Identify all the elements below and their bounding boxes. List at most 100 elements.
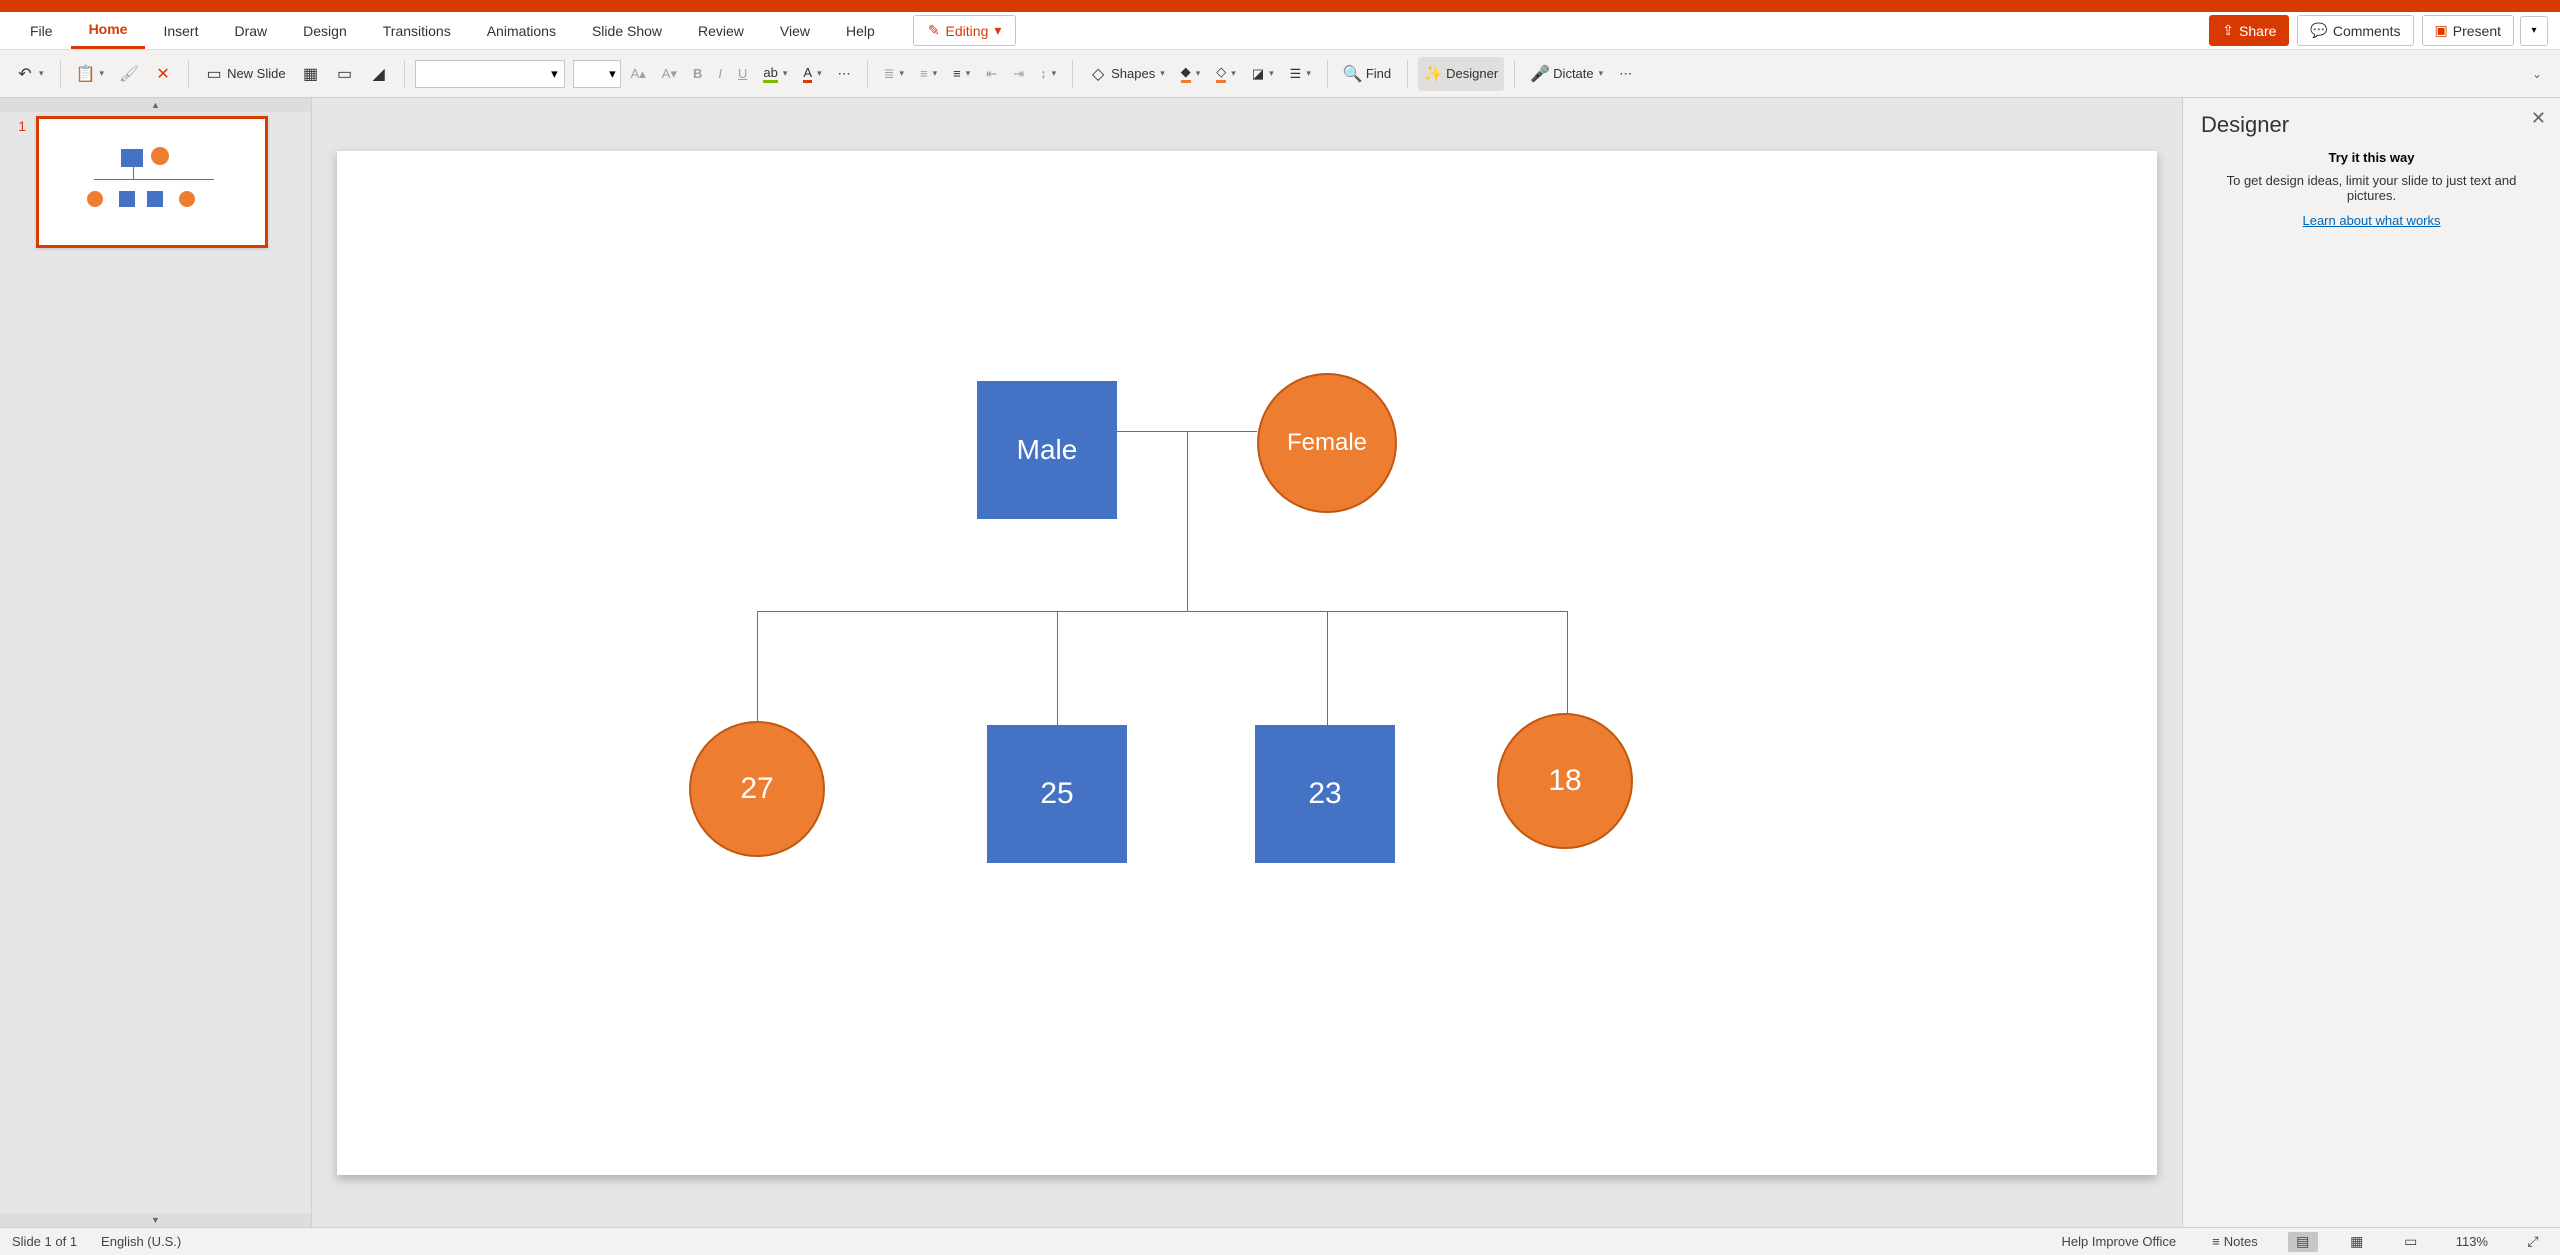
reset-button[interactable]: ▭ [330,57,360,91]
new-slide-button[interactable]: ▭ New Slide [199,57,292,91]
numbering-icon: ≡ [920,66,928,81]
more-commands-button[interactable]: ⋯ [1613,57,1638,91]
present-button[interactable]: ▣ Present [2422,15,2514,46]
separator [1514,60,1515,88]
tab-help[interactable]: Help [828,12,893,49]
section-icon: ◢ [370,65,388,83]
reading-view-icon: ▭ [2404,1233,2417,1250]
chevron-down-icon: ▾ [1269,68,1274,79]
quick-styles-button[interactable]: ◪▾ [1246,57,1280,91]
shapes-label: Shapes [1111,66,1155,81]
help-improve-button[interactable]: Help Improve Office [2056,1232,2183,1251]
tab-file[interactable]: File [12,12,71,49]
font-size-combo[interactable]: ▾ [573,60,621,88]
shape-child-3[interactable]: 23 [1255,725,1395,863]
fit-to-window-button[interactable]: ⤢ [2518,1232,2548,1252]
chevron-down-icon: ▾ [817,68,822,79]
sorter-view-button[interactable]: ▦ [2342,1232,2372,1252]
shape-child-2[interactable]: 25 [987,725,1127,863]
paste-button[interactable]: 📋▾ [71,57,111,91]
thumb-scroll-down[interactable]: ▼ [0,1213,311,1227]
zoom-level[interactable]: 113% [2450,1232,2494,1251]
reading-view-button[interactable]: ▭ [2396,1232,2426,1252]
format-painter-button[interactable]: 🖌 [114,57,144,91]
pen-icon: ✎ [928,22,940,39]
thumb-scroll-up[interactable]: ▲ [0,98,311,112]
notes-label: Notes [2224,1234,2258,1249]
designer-label: Designer [1446,66,1498,81]
highlight-button[interactable]: ab▾ [757,57,793,91]
line-spacing-button[interactable]: ↕▾ [1034,57,1062,91]
shape-child-4[interactable]: 18 [1497,713,1633,849]
tab-draw[interactable]: Draw [216,12,285,49]
normal-view-button[interactable]: ▤ [2288,1232,2318,1252]
bold-button[interactable]: B [687,57,708,91]
chevron-down-icon: ▾ [1306,68,1311,79]
connector [1327,611,1328,731]
decrease-indent-button[interactable]: ⇤ [980,57,1003,91]
editing-mode-button[interactable]: ✎ Editing ▾ [913,15,1017,46]
tab-view[interactable]: View [762,12,828,49]
font-color-button[interactable]: A▾ [797,57,827,91]
tab-home[interactable]: Home [71,12,146,49]
slide-thumbnail-1[interactable] [36,116,268,248]
connector [757,611,1567,612]
section-button[interactable]: ◢ [364,57,394,91]
ellipsis-icon: ⋯ [838,66,851,82]
dictate-button[interactable]: 🎤 Dictate ▾ [1525,57,1609,91]
shape-male[interactable]: Male [977,381,1117,519]
increase-indent-button[interactable]: ⇥ [1007,57,1030,91]
undo-button[interactable]: ↶▾ [10,57,50,91]
numbering-button[interactable]: ≡▾ [914,57,943,91]
designer-panel: ✕ Designer Try it this way To get design… [2182,98,2560,1227]
layout-button[interactable]: ▦ [296,57,326,91]
collapse-ribbon-button[interactable]: ⌄ [2524,63,2550,85]
decrease-font-icon: A▾ [662,66,677,82]
tab-review[interactable]: Review [680,12,762,49]
chevron-down-icon: ▾ [100,68,105,79]
shapes-button[interactable]: ◇ Shapes ▾ [1083,57,1171,91]
bullets-button[interactable]: ≣▾ [878,57,910,91]
designer-button[interactable]: ✨ Designer [1418,57,1504,91]
tab-transitions[interactable]: Transitions [365,12,469,49]
designer-learn-link[interactable]: Learn about what works [2201,213,2542,228]
tab-slideshow[interactable]: Slide Show [574,12,680,49]
comments-button[interactable]: 💬 Comments [2297,15,2413,46]
find-button[interactable]: 🔍 Find [1338,57,1397,91]
separator [188,60,189,88]
shape-child-1-label: 27 [740,772,773,806]
notes-button[interactable]: ≡ Notes [2206,1232,2264,1251]
more-font-button[interactable]: ⋯ [832,57,857,91]
shape-fill-button[interactable]: ◆▾ [1175,57,1207,91]
font-name-combo[interactable]: ▾ [415,60,565,88]
tab-animations[interactable]: Animations [469,12,574,49]
chevron-down-icon: ▾ [966,68,971,79]
underline-button[interactable]: U [732,57,753,91]
present-dropdown-button[interactable]: ▾ [2520,16,2548,46]
shape-female[interactable]: Female [1257,373,1397,513]
status-bar: Slide 1 of 1 English (U.S.) Help Improve… [0,1227,2560,1255]
chevron-down-icon: ▾ [994,22,1001,39]
status-language[interactable]: English (U.S.) [101,1234,181,1249]
delete-button[interactable]: ✕ [148,57,178,91]
share-button[interactable]: ⇪ Share [2209,15,2289,46]
indent-icon: ⇥ [1013,66,1024,82]
close-designer-button[interactable]: ✕ [2531,108,2546,129]
share-label: Share [2239,23,2276,39]
tab-design[interactable]: Design [285,12,365,49]
increase-font-button[interactable]: A▴ [625,57,652,91]
ribbon-tabs: File Home Insert Draw Design Transitions… [0,12,2560,50]
search-icon: 🔍 [1344,65,1362,83]
status-slide-info[interactable]: Slide 1 of 1 [12,1234,77,1249]
align-button[interactable]: ≡▾ [947,57,976,91]
share-icon: ⇪ [2222,22,2234,39]
shape-outline-button[interactable]: ◇▾ [1210,57,1242,91]
decrease-font-button[interactable]: A▾ [656,57,683,91]
slide-canvas[interactable]: Male Female 27 25 23 18 [337,151,2157,1175]
italic-button[interactable]: I [712,57,728,91]
designer-panel-title: Designer [2201,112,2542,138]
arrange-button[interactable]: ☰▾ [1284,57,1317,91]
tab-insert[interactable]: Insert [145,12,216,49]
align-icon: ≡ [953,66,961,81]
shape-child-1[interactable]: 27 [689,721,825,857]
